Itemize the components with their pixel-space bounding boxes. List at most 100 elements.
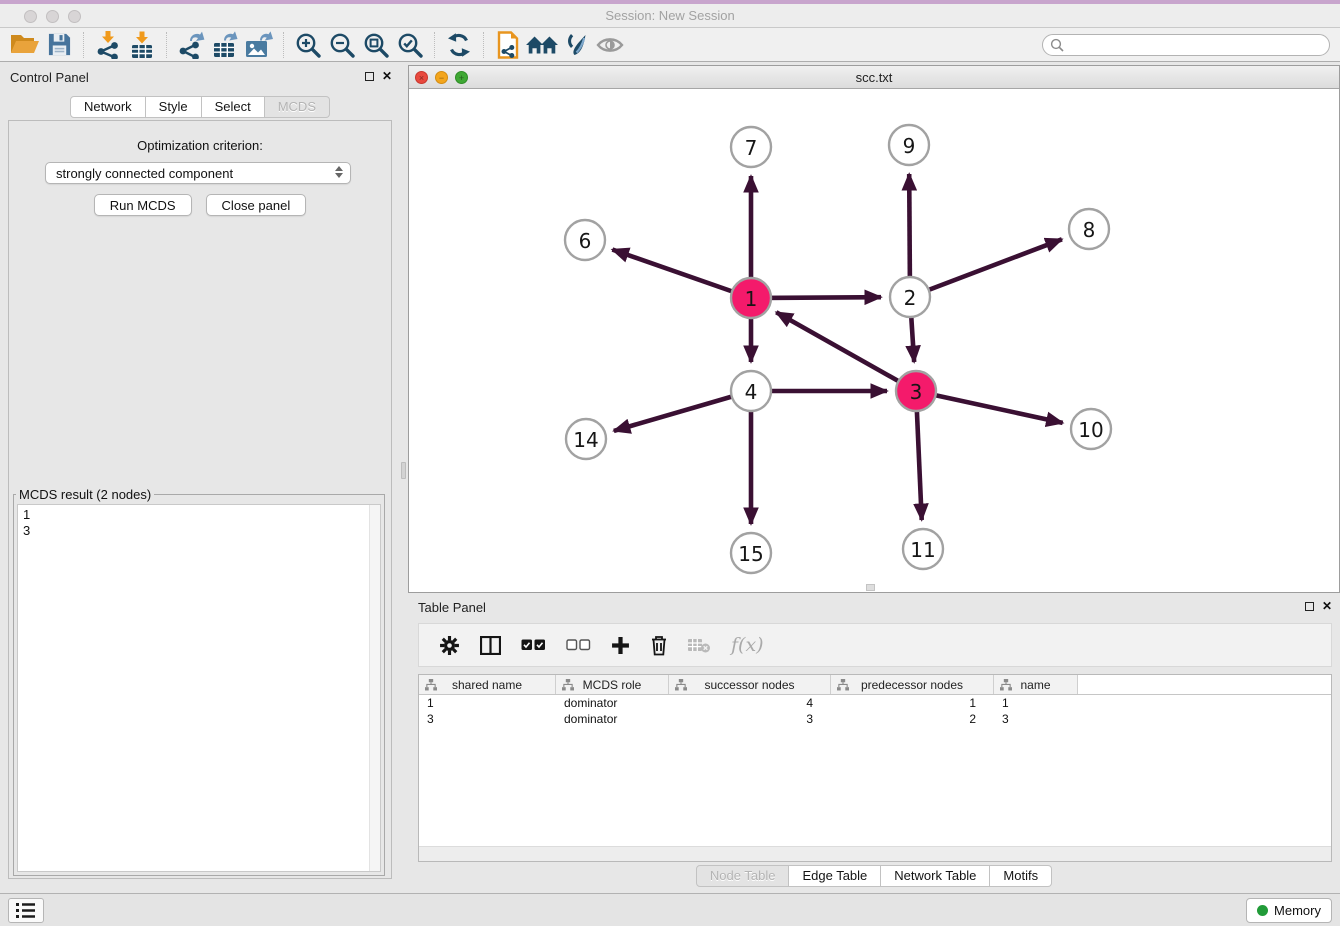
cell-successor-nodes[interactable]: 4 [669, 695, 831, 711]
optimization-criterion-label: Optimization criterion: [9, 138, 391, 153]
edge-1-6[interactable] [612, 250, 751, 298]
column-header-successor-nodes[interactable]: successor nodes [669, 675, 831, 694]
edge-2-8[interactable] [910, 239, 1062, 297]
column-header-mcds-role[interactable]: MCDS role [556, 675, 669, 694]
tab-style[interactable]: Style [146, 96, 202, 118]
run-mcds-button[interactable]: Run MCDS [94, 194, 192, 216]
control-panel: Control Panel ✕ NetworkStyleSelectMCDS O… [0, 65, 400, 893]
cell-shared-name[interactable]: 3 [419, 711, 556, 727]
apply-style-icon[interactable] [559, 30, 593, 60]
column-header-predecessor-nodes[interactable]: predecessor nodes [831, 675, 994, 694]
home-icon[interactable] [525, 30, 559, 60]
panel-list-button[interactable] [8, 898, 44, 923]
delete-column-icon[interactable] [688, 637, 711, 653]
toolbar-separator [283, 32, 284, 58]
network-window-titlebar[interactable]: × − + scc.txt [409, 66, 1339, 89]
tab-select[interactable]: Select [202, 96, 265, 118]
show-columns-icon[interactable] [480, 636, 501, 655]
tab-node-table[interactable]: Node Table [696, 865, 790, 887]
export-network-icon[interactable] [174, 30, 208, 60]
tab-network[interactable]: Network [70, 96, 146, 118]
column-header-shared-name[interactable]: shared name [419, 675, 556, 694]
tab-motifs[interactable]: Motifs [990, 865, 1052, 887]
delete-row-icon[interactable] [650, 635, 668, 656]
export-image-icon[interactable] [242, 30, 276, 60]
edge-4-14[interactable] [614, 391, 751, 431]
node-8[interactable]: 8 [1069, 209, 1109, 249]
float-table-panel-icon[interactable] [1305, 602, 1314, 611]
table-row[interactable]: 1dominator411 [419, 695, 1331, 711]
table-hscrollbar[interactable] [419, 846, 1331, 861]
save-session-icon[interactable] [42, 30, 76, 60]
column-header-name[interactable]: name [994, 675, 1078, 694]
node-4[interactable]: 4 [731, 371, 771, 411]
select-all-icon[interactable] [521, 639, 546, 651]
network-canvas[interactable]: 7 9 6 8 1 2 4 3 14 10 15 11 [409, 89, 1339, 592]
node-11[interactable]: 11 [903, 529, 943, 569]
memory-button[interactable]: Memory [1246, 898, 1332, 923]
svg-text:6: 6 [579, 229, 592, 253]
mcds-result-title: MCDS result (2 nodes) [16, 487, 154, 502]
node-10[interactable]: 10 [1071, 409, 1111, 449]
search-field[interactable] [1042, 34, 1330, 56]
add-column-icon[interactable] [611, 636, 630, 655]
column-label: MCDS role [583, 678, 642, 692]
close-panel-icon[interactable]: ✕ [382, 70, 392, 82]
memory-status-icon [1257, 905, 1268, 916]
cell-mcds-role[interactable]: dominator [556, 695, 669, 711]
node-6[interactable]: 6 [565, 220, 605, 260]
import-table-icon[interactable] [125, 30, 159, 60]
tab-network-table[interactable]: Network Table [881, 865, 990, 887]
cell-predecessor-nodes[interactable]: 1 [831, 695, 994, 711]
export-table-icon[interactable] [208, 30, 242, 60]
clone-network-icon[interactable] [491, 30, 525, 60]
criterion-select[interactable]: strongly connected component [45, 162, 351, 184]
zoom-selected-icon[interactable] [393, 30, 427, 60]
node-7[interactable]: 7 [731, 127, 771, 167]
fit-content-icon[interactable] [359, 30, 393, 60]
import-network-icon[interactable] [91, 30, 125, 60]
result-scrollbar[interactable] [369, 505, 380, 871]
hide-icon[interactable] [593, 30, 627, 60]
open-session-icon[interactable] [8, 30, 42, 60]
function-builder-icon[interactable]: f(x) [731, 634, 764, 656]
close-panel-button[interactable]: Close panel [206, 194, 307, 216]
svg-text:2: 2 [904, 286, 917, 310]
node-14[interactable]: 14 [566, 419, 606, 459]
network-graph[interactable]: 7 9 6 8 1 2 4 3 14 10 15 11 [409, 89, 1339, 592]
node-1[interactable]: 1 [731, 278, 771, 318]
node-3[interactable]: 3 [896, 371, 936, 411]
node-9[interactable]: 9 [889, 125, 929, 165]
vertical-splitter[interactable] [400, 65, 408, 893]
column-label: successor nodes [704, 678, 794, 692]
canvas-sash-handle[interactable] [866, 584, 875, 591]
node-15[interactable]: 15 [731, 533, 771, 573]
cell-successor-nodes[interactable]: 3 [669, 711, 831, 727]
table-row[interactable]: 3dominator323 [419, 711, 1331, 727]
splitter-grip[interactable] [401, 462, 406, 479]
edge-3-1[interactable] [776, 312, 916, 391]
cell-name[interactable]: 3 [994, 711, 1078, 727]
cell-predecessor-nodes[interactable]: 2 [831, 711, 994, 727]
table-settings-icon[interactable] [439, 635, 460, 656]
cell-mcds-role[interactable]: dominator [556, 711, 669, 727]
zoom-in-icon[interactable] [291, 30, 325, 60]
zoom-out-icon[interactable] [325, 30, 359, 60]
cell-name[interactable]: 1 [994, 695, 1078, 711]
cell-shared-name[interactable]: 1 [419, 695, 556, 711]
tab-mcds[interactable]: MCDS [265, 96, 330, 118]
table-panel-header: Table Panel ✕ [408, 595, 1340, 621]
search-input[interactable] [1064, 37, 1322, 53]
svg-text:14: 14 [573, 428, 598, 452]
refresh-layout-icon[interactable] [442, 30, 476, 60]
float-panel-icon[interactable] [365, 72, 374, 81]
edge-3-10[interactable] [916, 391, 1063, 423]
tab-edge-table[interactable]: Edge Table [789, 865, 881, 887]
mcds-result-box[interactable]: 1 3 [17, 504, 381, 872]
node-2[interactable]: 2 [890, 277, 930, 317]
table-panel: Table Panel ✕ f(x) shared nameMCDS rol [408, 595, 1340, 890]
column-label: predecessor nodes [861, 678, 963, 692]
close-table-panel-icon[interactable]: ✕ [1322, 600, 1332, 612]
memory-label: Memory [1274, 903, 1321, 918]
unselect-all-icon[interactable] [566, 639, 591, 651]
